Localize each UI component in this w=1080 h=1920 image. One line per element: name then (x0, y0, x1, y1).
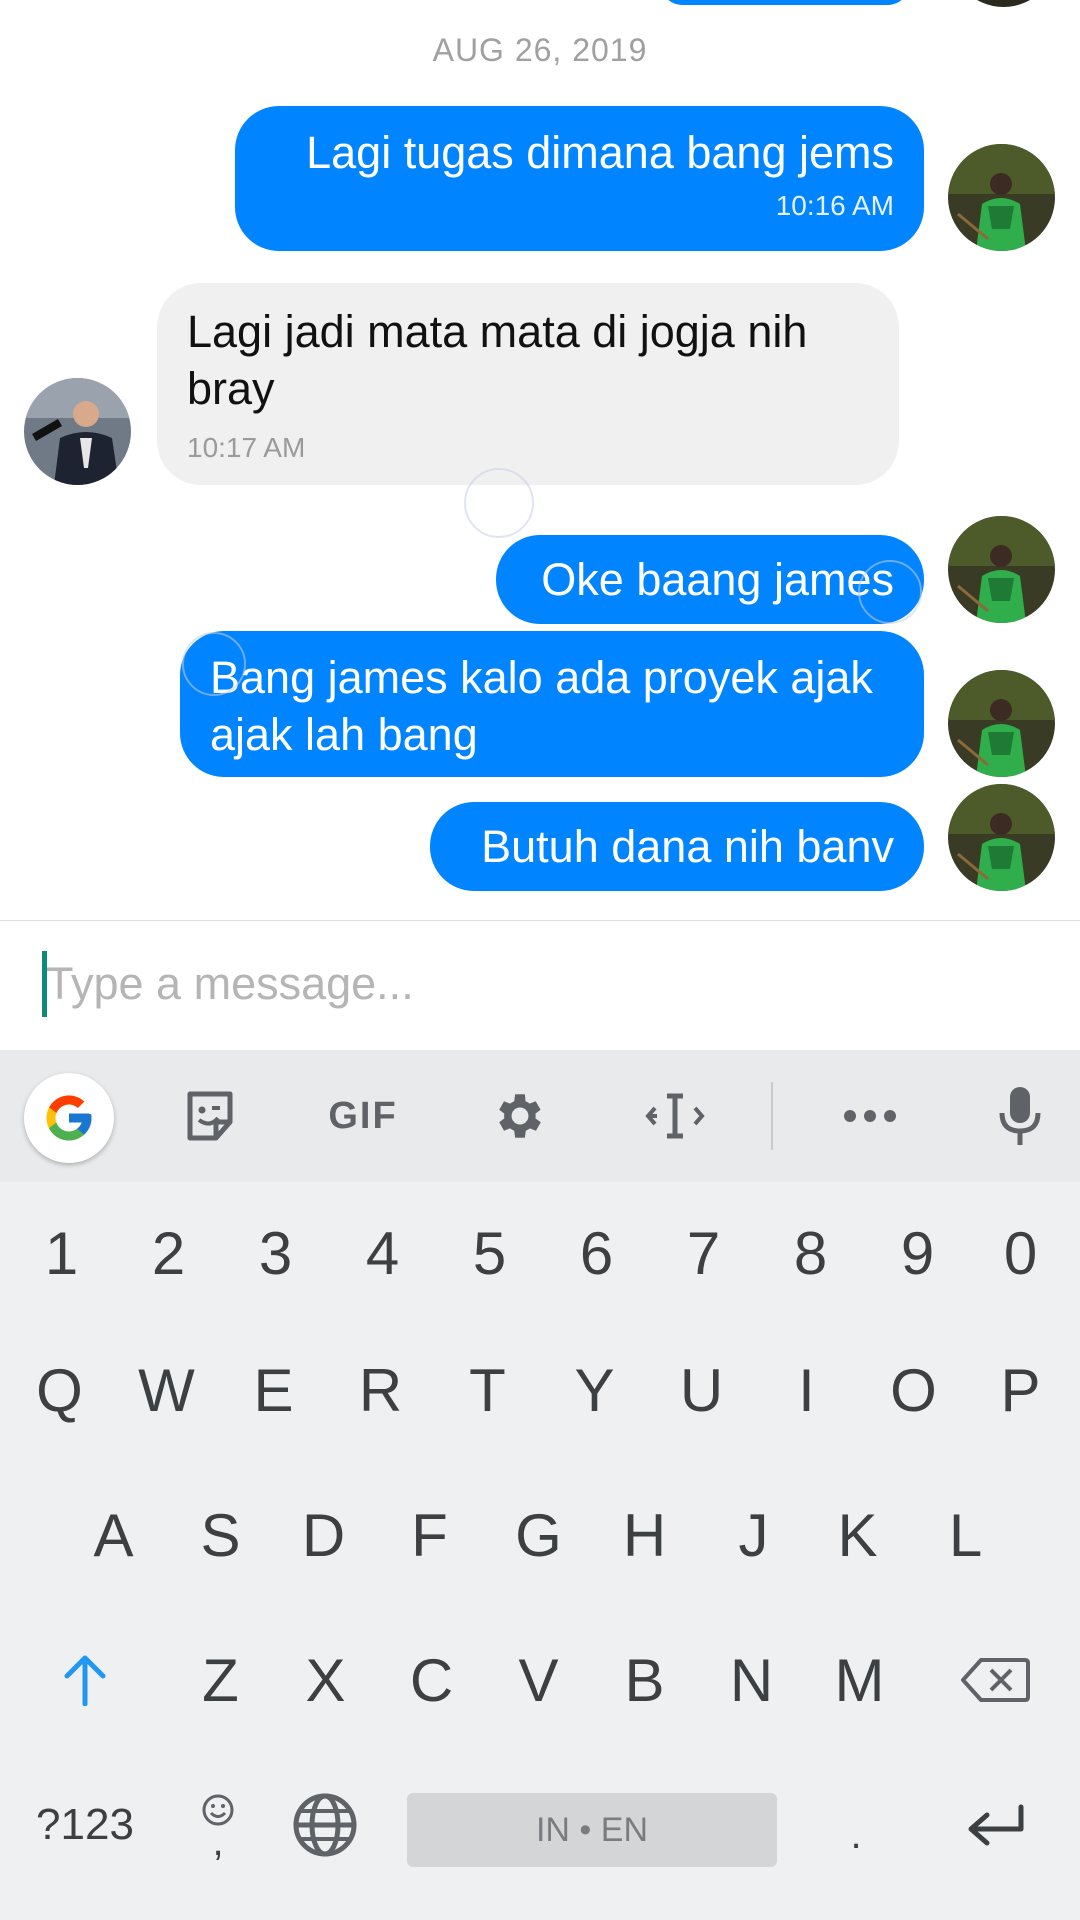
outgoing-message-bubble[interactable]: Bang james kalo ada proyek ajak ajak lah… (180, 631, 924, 777)
key-o[interactable]: O (860, 1330, 967, 1450)
space-bar-label: IN • EN (535, 1810, 649, 1849)
key-y[interactable]: Y (541, 1330, 648, 1450)
key-t[interactable]: T (434, 1330, 541, 1450)
key-s[interactable]: S (167, 1475, 274, 1595)
key-d[interactable]: D (270, 1475, 377, 1595)
outgoing-message-bubble[interactable]: Lagi tugas dimana bang jems 10:16 AM (235, 106, 924, 251)
gif-label: GIF (328, 1094, 398, 1137)
message-text: Lagi jadi mata mata di jogja nih bray (187, 306, 808, 414)
key-m[interactable]: M (806, 1620, 913, 1740)
google-icon[interactable] (24, 1073, 114, 1163)
key-n[interactable]: N (698, 1620, 805, 1740)
key-h[interactable]: H (591, 1475, 698, 1595)
key-p[interactable]: P (967, 1330, 1074, 1450)
key-6[interactable]: 6 (543, 1193, 650, 1313)
message-text: Butuh dana nih banv (481, 821, 894, 872)
key-7[interactable]: 7 (650, 1193, 757, 1313)
message-text: Oke baang james (541, 554, 894, 605)
touch-ripple (182, 632, 246, 696)
contact-avatar[interactable] (24, 378, 131, 485)
key-w[interactable]: W (113, 1330, 220, 1450)
key-k[interactable]: K (804, 1475, 911, 1595)
more-icon[interactable] (830, 1072, 910, 1160)
key-1[interactable]: 1 (8, 1193, 115, 1313)
key-r[interactable]: R (327, 1330, 434, 1450)
key-a[interactable]: A (60, 1475, 167, 1595)
comma-label: , (212, 1820, 224, 1864)
sticker-icon[interactable] (170, 1072, 250, 1160)
key-b[interactable]: B (591, 1620, 698, 1740)
key-g[interactable]: G (485, 1475, 592, 1595)
symbols-key[interactable]: ?123 (20, 1770, 150, 1880)
date-separator: AUG 26, 2019 (432, 32, 648, 68)
language-globe-key[interactable] (270, 1770, 380, 1880)
key-j[interactable]: J (700, 1475, 807, 1595)
key-9[interactable]: 9 (864, 1193, 971, 1313)
key-u[interactable]: U (648, 1330, 755, 1450)
key-5[interactable]: 5 (436, 1193, 543, 1313)
my-avatar[interactable] (948, 516, 1055, 623)
gif-button[interactable]: GIF (318, 1072, 408, 1160)
key-v[interactable]: V (485, 1620, 592, 1740)
key-8[interactable]: 8 (757, 1193, 864, 1313)
key-0[interactable]: 0 (967, 1193, 1074, 1313)
enter-icon (968, 1804, 1024, 1846)
touch-ripple (858, 560, 922, 624)
key-4[interactable]: 4 (329, 1193, 436, 1313)
chat-thread: AUG 26, 2019 Lagi tugas dimana bang jems… (0, 0, 1080, 920)
message-text: Bang james kalo ada proyek ajak ajak lah… (210, 652, 873, 760)
globe-icon (293, 1793, 357, 1857)
key-z[interactable]: Z (167, 1620, 274, 1740)
touch-ripple (464, 468, 534, 538)
enter-key[interactable] (940, 1770, 1050, 1880)
key-f[interactable]: F (376, 1475, 483, 1595)
keyboard-toolbar: GIF (0, 1050, 1080, 1182)
cursor-control-icon[interactable] (635, 1072, 715, 1160)
my-avatar[interactable] (948, 670, 1055, 777)
avatar[interactable] (950, 0, 1057, 7)
key-i[interactable]: I (753, 1330, 860, 1450)
shift-key[interactable] (30, 1620, 140, 1740)
key-x[interactable]: X (272, 1620, 379, 1740)
keyboard: GIF 1 2 3 4 5 6 7 8 9 0 Q W E R T Y U I … (0, 1050, 1080, 1920)
toolbar-divider (771, 1082, 773, 1150)
space-bar[interactable]: IN • EN (407, 1793, 777, 1867)
my-avatar[interactable] (948, 144, 1055, 251)
message-input[interactable] (46, 951, 946, 1017)
key-l[interactable]: L (912, 1475, 1019, 1595)
backspace-key[interactable] (940, 1620, 1050, 1740)
key-2[interactable]: 2 (115, 1193, 222, 1313)
emoji-comma-key[interactable]: , (168, 1770, 268, 1880)
shift-arrow-icon (64, 1655, 106, 1706)
message-text: Lagi tugas dimana bang jems (306, 127, 894, 178)
key-c[interactable]: C (378, 1620, 485, 1740)
incoming-message-bubble[interactable]: Lagi jadi mata mata di jogja nih bray 10… (157, 283, 899, 485)
key-3[interactable]: 3 (222, 1193, 329, 1313)
outgoing-message-bubble[interactable]: Butuh dana nih banv (430, 802, 924, 891)
mic-icon[interactable] (980, 1072, 1060, 1160)
message-timestamp: 10:17 AM (187, 432, 306, 463)
message-timestamp: 10:16 AM (775, 190, 894, 221)
previous-message-bubble[interactable] (660, 0, 910, 5)
settings-icon[interactable] (480, 1072, 560, 1160)
my-avatar[interactable] (948, 784, 1055, 891)
period-key[interactable]: . (806, 1780, 906, 1890)
key-e[interactable]: E (220, 1330, 327, 1450)
message-composer (0, 920, 1080, 1051)
key-q[interactable]: Q (6, 1330, 113, 1450)
